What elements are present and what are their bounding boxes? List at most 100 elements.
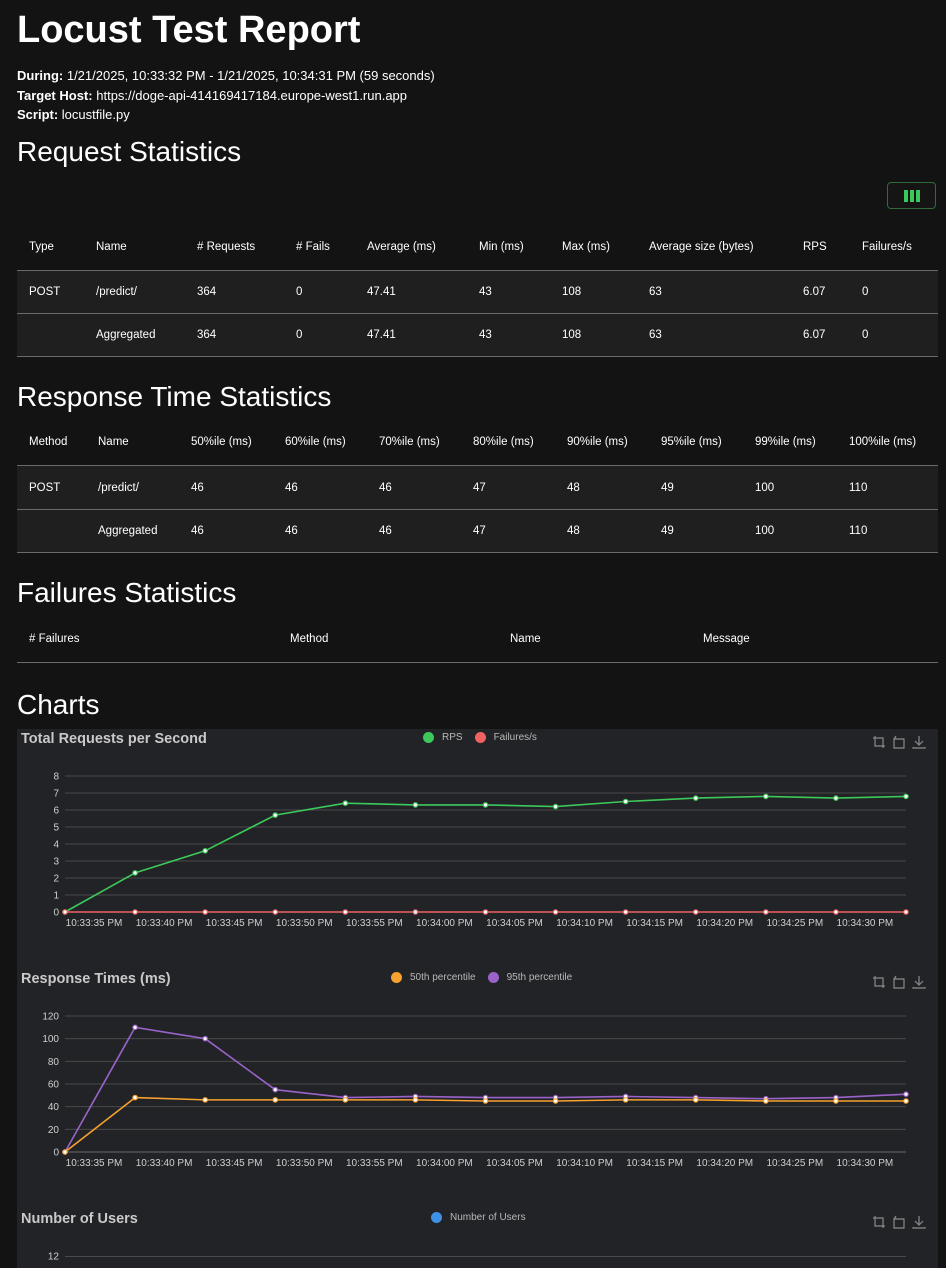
- cell-p100: 110: [837, 465, 938, 510]
- col-message[interactable]: Message: [691, 616, 938, 663]
- data-point[interactable]: [202, 1097, 208, 1103]
- data-point[interactable]: [412, 802, 419, 808]
- x-tick-label: 10:34:00 PM: [416, 918, 473, 929]
- data-point[interactable]: [272, 909, 279, 915]
- data-point[interactable]: [903, 793, 909, 800]
- data-point[interactable]: [202, 848, 208, 854]
- col-failures-per-sec[interactable]: Failures/s: [850, 224, 938, 271]
- x-tick-label: 10:33:40 PM: [136, 1158, 193, 1169]
- cell-p99: 100: [743, 509, 837, 553]
- col-p90[interactable]: 90%ile (ms): [555, 419, 649, 466]
- table-row: Aggregated 364 0 47.41 43 108 63 6.07 0: [17, 313, 938, 357]
- data-point[interactable]: [833, 1098, 839, 1104]
- cell-max: 108: [550, 313, 637, 357]
- data-point[interactable]: [692, 1097, 699, 1103]
- cell-fails: 0: [284, 270, 355, 314]
- y-tick-label: 3: [53, 857, 59, 868]
- cell-average: 47.41: [355, 270, 467, 314]
- data-point[interactable]: [272, 1086, 279, 1093]
- col-p50[interactable]: 50%ile (ms): [179, 419, 273, 466]
- data-point[interactable]: [482, 1098, 489, 1104]
- col-p80[interactable]: 80%ile (ms): [461, 419, 555, 466]
- col-avg-size[interactable]: Average size (bytes): [637, 224, 791, 271]
- col-requests[interactable]: # Requests: [185, 224, 284, 271]
- data-point[interactable]: [692, 795, 699, 801]
- data-point[interactable]: [272, 1097, 279, 1103]
- col-p60[interactable]: 60%ile (ms): [273, 419, 367, 466]
- cell-type: POST: [17, 270, 84, 314]
- data-point[interactable]: [622, 1097, 629, 1103]
- data-point[interactable]: [833, 909, 839, 915]
- col-name[interactable]: Name: [498, 616, 691, 663]
- data-point[interactable]: [62, 1149, 68, 1155]
- data-point[interactable]: [903, 909, 909, 915]
- col-p100[interactable]: 100%ile (ms): [837, 419, 938, 466]
- col-failures[interactable]: # Failures: [17, 616, 278, 663]
- data-point[interactable]: [412, 1097, 419, 1103]
- data-point[interactable]: [482, 909, 489, 915]
- x-tick-label: 10:34:15 PM: [626, 1158, 683, 1169]
- series-line: [64, 1096, 906, 1153]
- col-min[interactable]: Min (ms): [467, 224, 550, 271]
- col-method[interactable]: Method: [278, 616, 498, 663]
- data-point[interactable]: [132, 1094, 138, 1101]
- col-p99[interactable]: 99%ile (ms): [743, 419, 837, 466]
- series-line: [64, 1026, 907, 1153]
- data-point[interactable]: [272, 812, 279, 818]
- col-name[interactable]: Name: [86, 419, 179, 466]
- col-fails[interactable]: # Fails: [284, 224, 355, 271]
- cell-p95: 49: [649, 509, 743, 553]
- data-point[interactable]: [622, 798, 629, 805]
- col-p70[interactable]: 70%ile (ms): [367, 419, 461, 466]
- x-tick-label: 10:33:55 PM: [346, 918, 403, 929]
- data-point[interactable]: [903, 1091, 909, 1098]
- col-average[interactable]: Average (ms): [355, 224, 467, 271]
- data-point[interactable]: [412, 909, 419, 915]
- users-chart: Number of Users Number of Users 12: [17, 1209, 938, 1268]
- data-point[interactable]: [342, 800, 349, 807]
- y-tick-label: 1: [53, 891, 59, 902]
- data-point[interactable]: [692, 909, 699, 915]
- x-tick-label: 10:34:15 PM: [626, 918, 683, 929]
- cell-method: [17, 509, 86, 553]
- data-point[interactable]: [62, 909, 68, 915]
- y-tick-label: 20: [48, 1125, 60, 1136]
- cell-p100: 110: [837, 509, 938, 553]
- cell-avg-size: 63: [637, 313, 791, 357]
- cell-failures-per-sec: 0: [850, 313, 938, 357]
- x-tick-label: 10:33:55 PM: [346, 1158, 403, 1169]
- data-point[interactable]: [132, 870, 138, 876]
- x-tick-label: 10:34:05 PM: [486, 1158, 543, 1169]
- data-point[interactable]: [622, 909, 629, 915]
- table-header-row: Type Name # Requests # Fails Average (ms…: [17, 224, 938, 271]
- data-point[interactable]: [763, 909, 769, 915]
- cell-min: 43: [467, 270, 550, 314]
- data-point[interactable]: [833, 795, 839, 801]
- data-point[interactable]: [763, 793, 769, 800]
- data-point[interactable]: [342, 1097, 349, 1103]
- data-point[interactable]: [763, 1098, 769, 1104]
- x-tick-label: 10:33:45 PM: [206, 1158, 263, 1169]
- col-p95[interactable]: 95%ile (ms): [649, 419, 743, 466]
- col-name[interactable]: Name: [84, 224, 185, 271]
- data-point[interactable]: [552, 803, 559, 810]
- cell-name: /predict/: [86, 465, 179, 510]
- data-point[interactable]: [482, 802, 489, 808]
- data-point[interactable]: [132, 1024, 138, 1031]
- data-point[interactable]: [552, 909, 559, 915]
- data-point[interactable]: [552, 1098, 559, 1104]
- data-point[interactable]: [132, 909, 138, 915]
- during-label: During:: [17, 68, 64, 83]
- column-selector-button[interactable]: [887, 182, 936, 209]
- data-point[interactable]: [342, 909, 349, 915]
- data-point[interactable]: [202, 909, 208, 915]
- col-method[interactable]: Method: [17, 419, 86, 466]
- col-max[interactable]: Max (ms): [550, 224, 637, 271]
- col-rps[interactable]: RPS: [791, 224, 850, 271]
- y-tick-label: 2: [53, 874, 59, 885]
- col-type[interactable]: Type: [17, 224, 84, 271]
- cell-min: 43: [467, 313, 550, 357]
- host-label: Target Host:: [17, 87, 93, 103]
- data-point[interactable]: [903, 1098, 909, 1104]
- data-point[interactable]: [202, 1035, 208, 1042]
